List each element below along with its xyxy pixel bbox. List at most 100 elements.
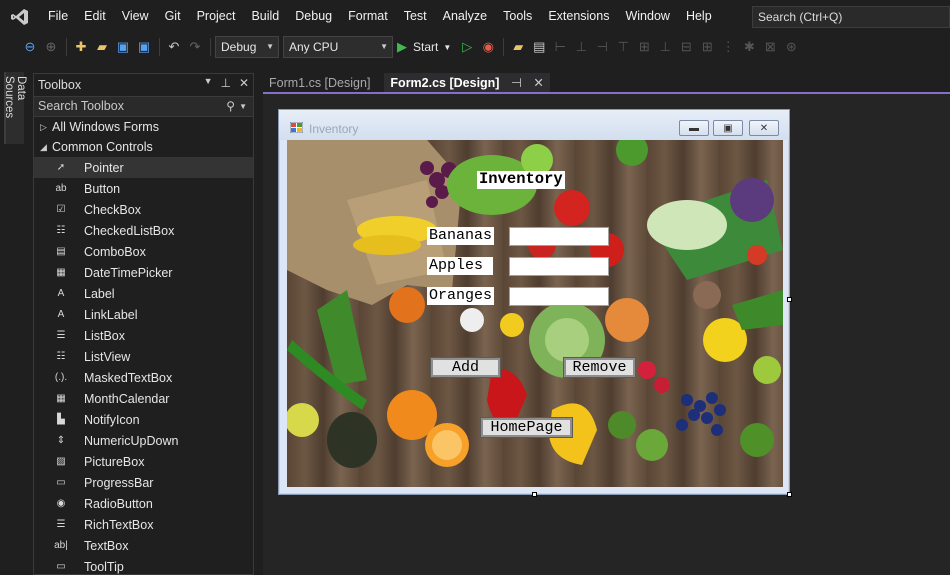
toolbox-item-label: RichTextBox — [84, 517, 154, 532]
menu-analyze[interactable]: Analyze — [435, 0, 495, 33]
toolbox-group-all-windows-forms[interactable]: ▷ All Windows Forms — [34, 117, 253, 137]
add-button[interactable]: Add — [430, 357, 501, 378]
layout-icon[interactable]: ▤ — [529, 37, 549, 57]
toolbox-item-textbox[interactable]: ab| TextBox — [34, 535, 253, 556]
tab-form2-design[interactable]: Form2.cs [Design] ⊣ ✕ — [384, 73, 550, 94]
toolbox-item-label: CheckBox — [84, 202, 141, 217]
menu-view[interactable]: View — [114, 0, 157, 33]
menu-window[interactable]: Window — [617, 0, 677, 33]
listbox-icon: ☰ — [56, 330, 66, 341]
bananas-textbox[interactable] — [509, 227, 609, 246]
minimize-icon: ▬ — [689, 122, 699, 134]
close-icon[interactable]: ✕ — [239, 76, 249, 90]
toolbox-search-input[interactable]: Search Toolbox ⚲ ▼ — [34, 96, 253, 117]
undo-icon[interactable]: ↶ — [164, 37, 184, 57]
toolbox-item-label[interactable]: A Label — [34, 283, 253, 304]
start-without-debugging-icon[interactable]: ▷ — [457, 37, 477, 57]
close-icon: ✕ — [759, 122, 769, 134]
spacing-icon: ⋮ — [721, 39, 735, 54]
toolbox-item-progressbar[interactable]: ▭ ProgressBar — [34, 472, 253, 493]
toolbox-item-tooltip[interactable]: ▭ ToolTip — [34, 556, 253, 575]
menu-git[interactable]: Git — [157, 0, 189, 33]
resize-handle-corner[interactable] — [787, 492, 792, 497]
menu-project[interactable]: Project — [189, 0, 244, 33]
oranges-label: Oranges — [427, 287, 495, 305]
toolbox-group-common-controls[interactable]: ◢ Common Controls — [34, 137, 253, 157]
chevron-down-icon[interactable]: ▼ — [204, 76, 213, 90]
open-folder-icon[interactable]: ▰ — [92, 37, 112, 57]
toolbox-item-label: PictureBox — [84, 454, 145, 469]
menu-tools[interactable]: Tools — [495, 0, 540, 33]
apples-textbox[interactable] — [509, 257, 609, 276]
menu-extensions[interactable]: Extensions — [540, 0, 617, 33]
toolbox-item-richtextbox[interactable]: ☰ RichTextBox — [34, 514, 253, 535]
form-window[interactable]: Inventory ▬ ▣ ✕ Inventory Bananas Apples… — [278, 109, 790, 495]
toolbox-item-maskedtextbox[interactable]: (.). MaskedTextBox — [34, 367, 253, 388]
pin-icon[interactable]: ⊣ — [511, 76, 522, 90]
forward-icon[interactable]: ⊕ — [41, 37, 61, 57]
data-sources-tab[interactable]: Data Sources — [3, 72, 27, 144]
close-button[interactable]: ✕ — [749, 120, 779, 136]
toolbox-search-placeholder: Search Toolbox — [38, 99, 124, 113]
start-label: Start — [413, 40, 439, 54]
global-search-input[interactable]: Search (Ctrl+Q) — [752, 6, 950, 28]
toolbox-header: Toolbox ▼ ⊥ ✕ — [34, 74, 253, 96]
toolbox-item-checkbox[interactable]: ☑ CheckBox — [34, 199, 253, 220]
solution-configuration-dropdown[interactable]: Debug ▼ — [215, 36, 279, 58]
play-icon: ▶ — [397, 39, 407, 54]
back-icon[interactable]: ⊖ — [20, 37, 40, 57]
save-icon[interactable]: ▣ — [113, 37, 133, 57]
toolbox-item-notifyicon[interactable]: ▙ NotifyIcon — [34, 409, 253, 430]
toolbox-item-picturebox[interactable]: ▨ PictureBox — [34, 451, 253, 472]
solution-platform-dropdown[interactable]: Any CPU ▼ — [283, 36, 393, 58]
hot-reload-icon[interactable]: ◉ — [478, 37, 498, 57]
oranges-textbox[interactable] — [509, 287, 609, 306]
start-button[interactable]: ▶ Start ▼ — [397, 39, 451, 55]
remove-button[interactable]: Remove — [563, 357, 636, 378]
toolbar-separator — [66, 38, 67, 56]
maskedtextbox-icon: (.). — [54, 372, 68, 383]
menu-help[interactable]: Help — [678, 0, 720, 33]
menu-test[interactable]: Test — [396, 0, 435, 33]
menu-format[interactable]: Format — [340, 0, 396, 33]
inventory-heading-label: Inventory — [477, 170, 565, 189]
menu-edit[interactable]: Edit — [76, 0, 114, 33]
solution-explorer-icon[interactable]: ▰ — [508, 37, 528, 57]
maximize-button[interactable]: ▣ — [713, 120, 743, 136]
toolbox-item-radiobutton[interactable]: ◉ RadioButton — [34, 493, 253, 514]
toolbox-item-monthcalendar[interactable]: ▦ MonthCalendar — [34, 388, 253, 409]
resize-handle-right[interactable] — [787, 297, 792, 302]
homepage-button[interactable]: HomePage — [480, 417, 573, 438]
menu-build[interactable]: Build — [243, 0, 287, 33]
toolbox-item-listview[interactable]: ☷ ListView — [34, 346, 253, 367]
numericupdown-icon: ⇕ — [56, 435, 66, 446]
menu-debug[interactable]: Debug — [287, 0, 340, 33]
close-icon[interactable]: ✕ — [533, 76, 543, 90]
resize-handle-bottom[interactable] — [532, 492, 537, 497]
toolbox-item-datetimepicker[interactable]: ▦ DateTimePicker — [34, 262, 253, 283]
redo-icon[interactable]: ↷ — [185, 37, 205, 57]
toolbox-item-pointer[interactable]: ➚ Pointer — [34, 157, 253, 178]
menu-file[interactable]: File — [40, 0, 76, 33]
toolbox-item-label: ProgressBar — [84, 475, 154, 490]
toolbox-item-label: LinkLabel — [84, 307, 138, 322]
form-client-area[interactable]: Inventory Bananas Apples Oranges Add Rem… — [287, 140, 783, 487]
toolbox-item-button[interactable]: ab Button — [34, 178, 253, 199]
label-icon: A — [57, 288, 65, 299]
align-left-icon: ⊢ — [554, 39, 566, 54]
notifyicon-icon: ▙ — [57, 414, 65, 425]
toolbox-item-numericupdown[interactable]: ⇕ NumericUpDown — [34, 430, 253, 451]
toolbox-item-checkedlistbox[interactable]: ☷ CheckedListBox — [34, 220, 253, 241]
bring-front-icon: ⊠ — [764, 39, 776, 54]
toolbox-group-label: Common Controls — [52, 140, 153, 154]
same-size-icon: ⊟ — [680, 39, 692, 54]
pin-icon[interactable]: ⊥ — [220, 76, 230, 90]
tab-form1-design[interactable]: Form1.cs [Design] — [263, 73, 376, 94]
align-top-icon: ⊤ — [617, 39, 629, 54]
minimize-button[interactable]: ▬ — [679, 120, 709, 136]
toolbox-item-linklabel[interactable]: A LinkLabel — [34, 304, 253, 325]
toolbox-item-combobox[interactable]: ▤ ComboBox — [34, 241, 253, 262]
toolbox-item-listbox[interactable]: ☰ ListBox — [34, 325, 253, 346]
save-all-icon[interactable]: ▣ — [134, 37, 154, 57]
new-project-icon[interactable]: ✚ — [71, 37, 91, 57]
